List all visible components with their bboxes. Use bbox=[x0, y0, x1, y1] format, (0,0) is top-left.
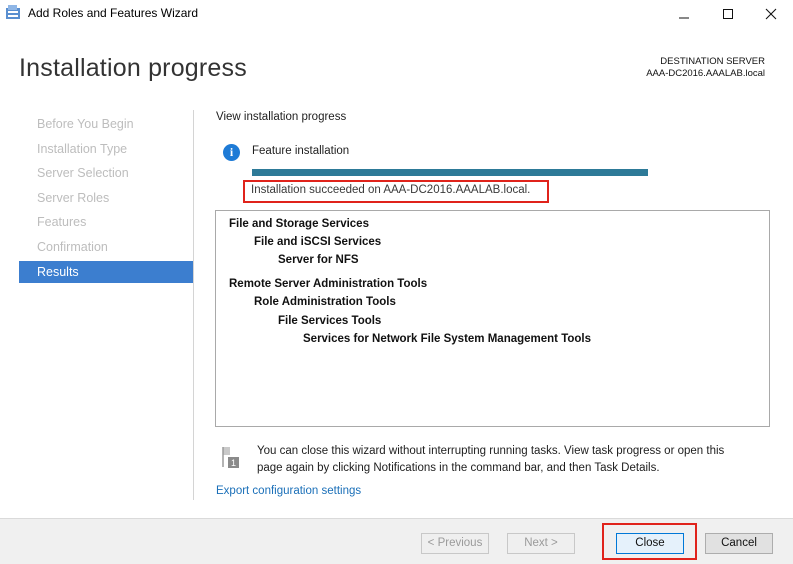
export-configuration-link[interactable]: Export configuration settings bbox=[216, 485, 361, 497]
destination-label: DESTINATION SERVER bbox=[660, 56, 765, 67]
result-item: Remote Server Administration Tools bbox=[229, 278, 428, 290]
installation-progress-bar bbox=[252, 169, 648, 176]
cancel-button[interactable]: Cancel bbox=[705, 533, 773, 554]
close-icon bbox=[765, 8, 777, 20]
destination-server-info: DESTINATION SERVER AAA-DC2016.AAALAB.loc… bbox=[646, 56, 765, 80]
maximize-icon bbox=[723, 9, 733, 19]
nav-divider bbox=[193, 110, 194, 500]
result-item: File and iSCSI Services bbox=[254, 236, 382, 248]
installation-status-text: Installation succeeded on AAA-DC2016.AAA… bbox=[251, 184, 531, 196]
result-item: File Services Tools bbox=[278, 315, 382, 327]
minimize-icon bbox=[679, 17, 689, 19]
wizard-steps-nav: Before You Begin Installation Type Serve… bbox=[19, 114, 193, 283]
note-line-1: You can close this wizard without interr… bbox=[257, 445, 725, 457]
nav-item-server-roles[interactable]: Server Roles bbox=[19, 188, 193, 213]
close-button[interactable]: Close bbox=[616, 533, 684, 554]
view-progress-label: View installation progress bbox=[216, 111, 347, 123]
result-item: File and Storage Services bbox=[229, 218, 369, 230]
nav-item-server-selection[interactable]: Server Selection bbox=[19, 163, 193, 188]
destination-server-name: AAA-DC2016.AAALAB.local bbox=[646, 68, 765, 79]
close-wizard-note: You can close this wizard without interr… bbox=[257, 443, 767, 476]
svg-text:1: 1 bbox=[231, 458, 236, 468]
page-title: Installation progress bbox=[19, 54, 247, 82]
result-item: Role Administration Tools bbox=[254, 296, 396, 308]
window-title: Add Roles and Features Wizard bbox=[28, 6, 199, 20]
previous-button[interactable]: < Previous bbox=[421, 533, 489, 554]
info-icon: i bbox=[223, 144, 240, 161]
result-item: Services for Network File System Managem… bbox=[303, 333, 592, 345]
close-window-button[interactable] bbox=[749, 0, 793, 28]
result-item: Server for NFS bbox=[278, 254, 359, 266]
note-line-2: page again by clicking Notifications in … bbox=[257, 461, 660, 474]
nav-item-features[interactable]: Features bbox=[19, 212, 193, 237]
next-button[interactable]: Next > bbox=[507, 533, 575, 554]
minimize-button[interactable] bbox=[662, 0, 706, 28]
nav-item-installation-type[interactable]: Installation Type bbox=[19, 139, 193, 164]
progress-fill bbox=[252, 169, 648, 176]
nav-item-confirmation[interactable]: Confirmation bbox=[19, 237, 193, 262]
title-bar: Add Roles and Features Wizard bbox=[0, 0, 793, 28]
feature-installation-label: Feature installation bbox=[252, 145, 350, 157]
nav-item-before-you-begin[interactable]: Before You Begin bbox=[19, 114, 193, 139]
server-manager-icon bbox=[6, 5, 20, 19]
nav-item-results[interactable]: Results bbox=[19, 261, 193, 283]
results-list: File and Storage Services File and iSCSI… bbox=[215, 210, 770, 427]
maximize-button[interactable] bbox=[706, 0, 750, 28]
notification-flag-icon: 1 bbox=[222, 447, 239, 468]
